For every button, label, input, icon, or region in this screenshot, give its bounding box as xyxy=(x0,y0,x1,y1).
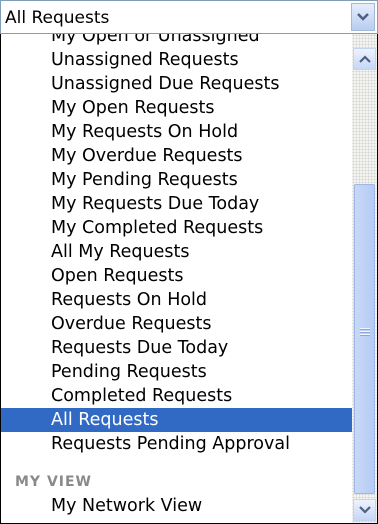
list-item[interactable]: My Open Requests xyxy=(1,96,353,120)
list-item[interactable]: Requests On Hold xyxy=(1,288,353,312)
list-item[interactable]: My Network View xyxy=(1,494,353,518)
scroll-up-arrow-icon xyxy=(358,55,371,63)
list-item[interactable]: My Requests Due Today xyxy=(1,192,353,216)
list-item[interactable]: My Completed Requests xyxy=(1,216,353,240)
list-item[interactable]: Pending Requests xyxy=(1,360,353,384)
dropdown-toggle-button[interactable] xyxy=(351,3,375,31)
view-select[interactable]: All Requests xyxy=(0,0,378,34)
group-header: MY VIEW xyxy=(15,474,92,490)
list-item[interactable]: My Open or Unassigned xyxy=(1,34,353,48)
list-item[interactable]: Requests Pending Approval xyxy=(1,432,353,456)
select-value: All Requests xyxy=(5,8,110,28)
list-item[interactable]: My Overdue Requests xyxy=(1,144,353,168)
list-item[interactable]: My Requests On Hold xyxy=(1,120,353,144)
list-item[interactable]: All My Requests xyxy=(1,240,353,264)
list-item[interactable]: My Pending Requests xyxy=(1,168,353,192)
scroll-thumb[interactable] xyxy=(354,184,375,494)
list-item-selected[interactable]: All Requests xyxy=(1,408,353,432)
scroll-down-arrow-icon xyxy=(358,506,371,514)
list-item[interactable]: Open Requests xyxy=(1,264,353,288)
list-item[interactable]: Requests Due Today xyxy=(1,336,353,360)
list-item[interactable]: Unassigned Due Requests xyxy=(1,72,353,96)
vertical-scrollbar[interactable] xyxy=(352,34,377,523)
option-list: My Open or Unassigned Unassigned Request… xyxy=(1,34,353,518)
scroll-up-button[interactable] xyxy=(353,48,376,70)
list-item[interactable]: Unassigned Requests xyxy=(1,48,353,72)
dropdown-list[interactable]: My Open or Unassigned Unassigned Request… xyxy=(0,34,378,524)
chevron-down-icon xyxy=(357,13,369,21)
grip-icon xyxy=(360,328,370,337)
list-item[interactable]: Overdue Requests xyxy=(1,312,353,336)
scroll-down-button[interactable] xyxy=(353,499,376,521)
list-item[interactable]: Completed Requests xyxy=(1,384,353,408)
